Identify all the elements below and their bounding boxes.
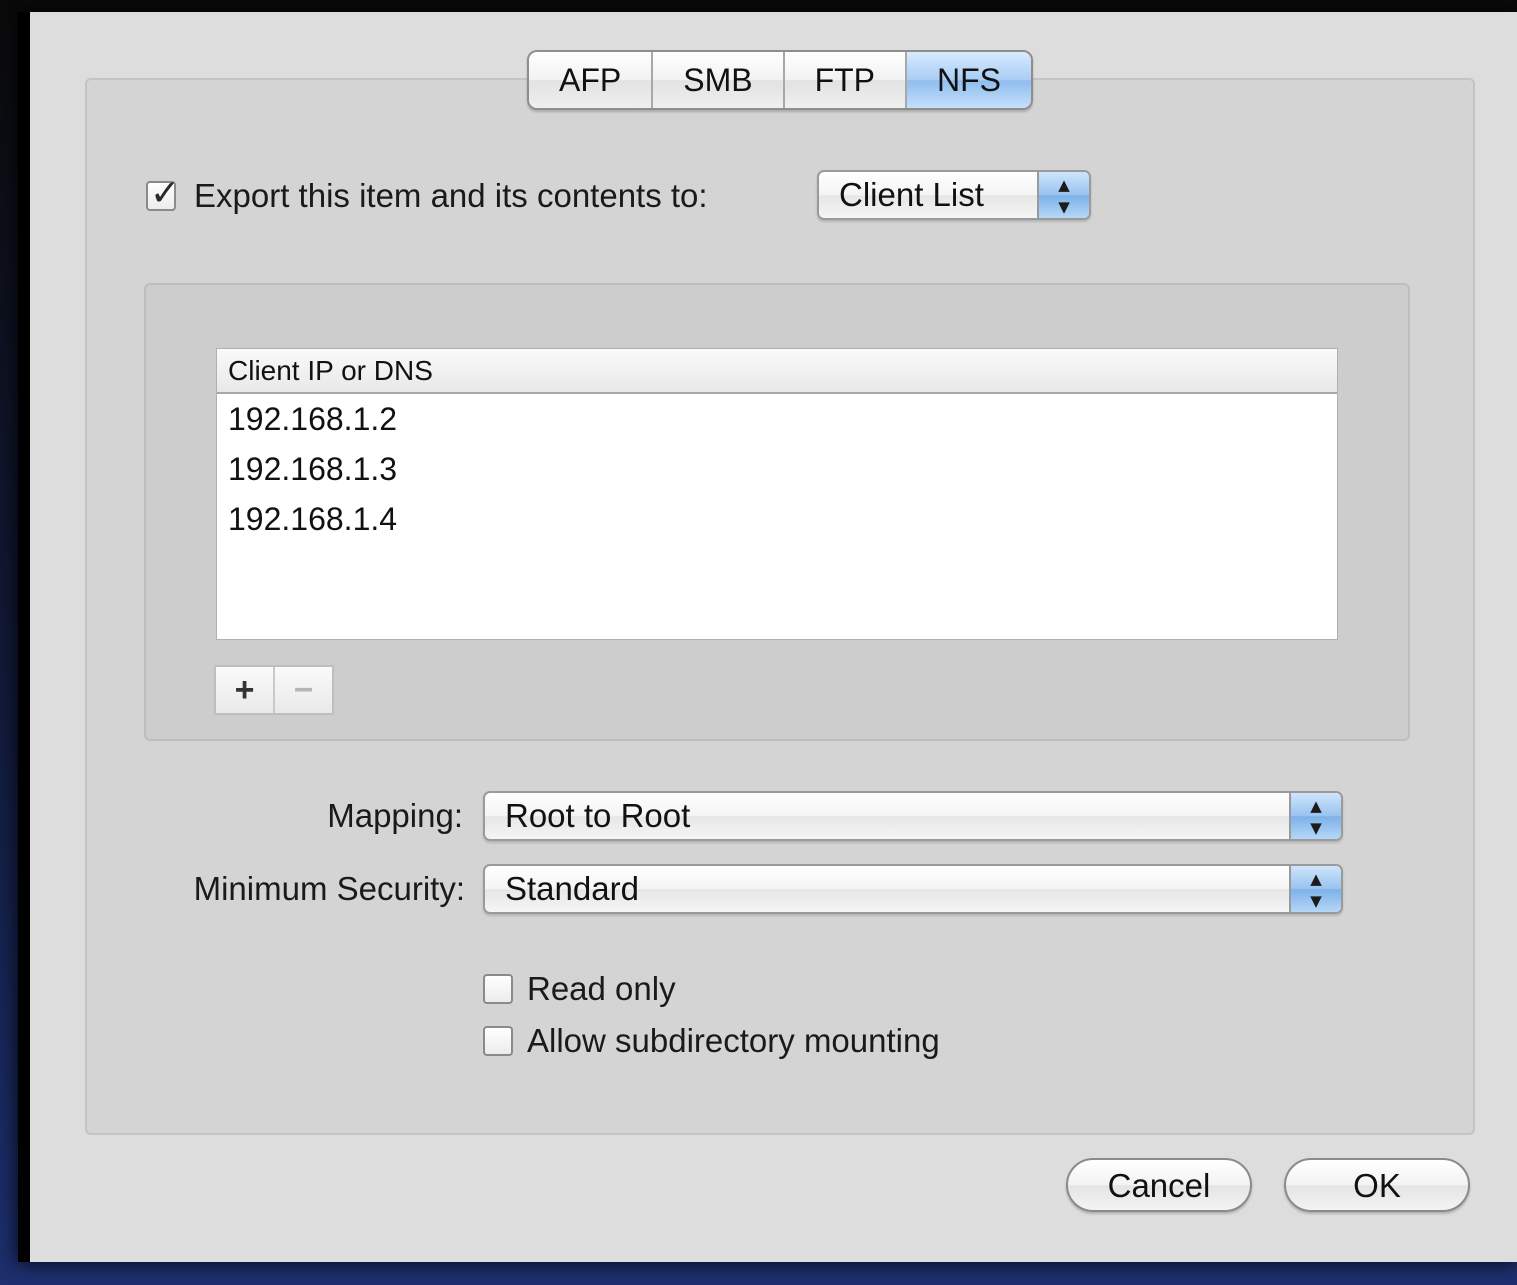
add-client-button[interactable]: + <box>216 667 275 713</box>
security-value: Standard <box>505 870 639 907</box>
security-label: Minimum Security: <box>193 870 465 907</box>
export-label: Export this item and its contents to: <box>194 177 708 214</box>
export-checkbox[interactable]: ✓ <box>146 173 180 214</box>
ok-button[interactable]: OK <box>1284 1158 1470 1212</box>
mapping-popup[interactable]: Root to Root ▲ ▼ <box>483 791 1343 841</box>
up-down-arrows-icon: ▲ ▼ <box>1037 172 1089 218</box>
checkmark-icon: ✓ <box>150 173 181 214</box>
protocol-tab-bar: AFP SMB FTP NFS <box>527 50 1034 110</box>
tab-smb[interactable]: SMB <box>653 52 785 108</box>
table-row[interactable]: 192.168.1.4 <box>217 494 1337 544</box>
client-table[interactable]: Client IP or DNS 192.168.1.2 192.168.1.3… <box>216 348 1338 640</box>
column-header-client[interactable]: Client IP or DNS <box>217 349 1337 394</box>
up-down-arrows-icon: ▲ ▼ <box>1289 793 1341 839</box>
cancel-button[interactable]: Cancel <box>1066 1158 1252 1212</box>
export-row: ✓ Export this item and its contents to: <box>146 170 708 222</box>
subdirectory-label[interactable]: Allow subdirectory mounting <box>527 1022 940 1060</box>
export-target-popup[interactable]: Client List ▲ ▼ <box>817 170 1091 220</box>
mapping-value: Root to Root <box>505 797 691 834</box>
read-only-checkbox[interactable] <box>483 974 513 1004</box>
tab-ftp[interactable]: FTP <box>784 52 908 108</box>
up-down-arrows-icon: ▲ ▼ <box>1289 866 1341 912</box>
read-only-label[interactable]: Read only <box>527 970 676 1008</box>
table-row[interactable]: 192.168.1.3 <box>217 444 1337 494</box>
read-only-row: Read only <box>483 969 676 1009</box>
subdirectory-row: Allow subdirectory mounting <box>483 1021 940 1061</box>
remove-client-button[interactable]: − <box>275 667 332 713</box>
tab-nfs[interactable]: NFS <box>907 52 1032 108</box>
tab-afp[interactable]: AFP <box>529 52 654 108</box>
subdirectory-checkbox[interactable] <box>483 1026 513 1056</box>
security-popup[interactable]: Standard ▲ ▼ <box>483 864 1343 914</box>
export-target-value: Client List <box>839 176 984 213</box>
mapping-label: Mapping: <box>327 797 463 834</box>
table-row[interactable]: 192.168.1.2 <box>217 394 1337 444</box>
add-remove-control: + − <box>214 665 334 715</box>
